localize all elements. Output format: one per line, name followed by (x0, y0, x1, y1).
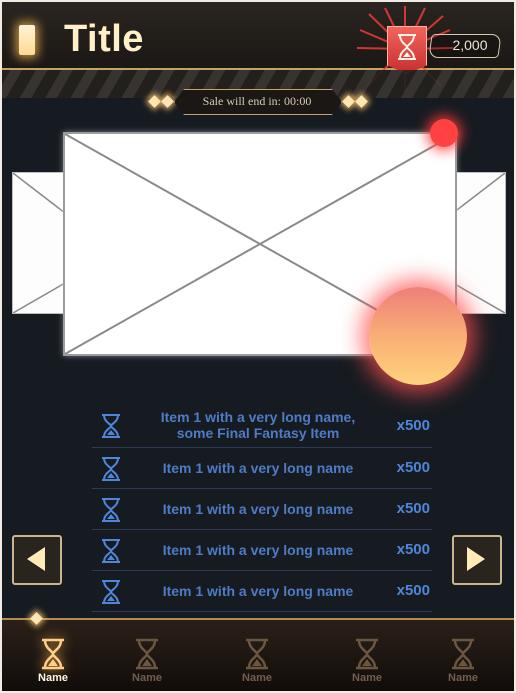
hourglass-icon (246, 638, 268, 670)
nav-tab-3[interactable]: Name (206, 620, 308, 691)
image-placeholder-icon (13, 173, 65, 313)
item-quantity: x500 (396, 541, 430, 558)
nav-tab-label: Name (38, 672, 68, 684)
arrow-right-icon (467, 547, 485, 571)
carousel-card-prev[interactable] (12, 172, 66, 314)
reward-item-list: Item 1 with a very long name, some Final… (92, 405, 432, 617)
hourglass-icon (102, 539, 120, 563)
prev-arrow-button[interactable] (12, 535, 62, 585)
hourglass-icon (136, 638, 158, 670)
item-name: Item 1 with a very long name (162, 583, 354, 599)
arrow-left-icon (27, 547, 45, 571)
page-title: Title (64, 18, 144, 60)
nav-tab-label: Name (352, 672, 382, 684)
item-name: Item 1 with a very long name, some Final… (160, 409, 356, 441)
hourglass-icon (102, 457, 120, 481)
currency-amount: 2,000 (452, 37, 488, 53)
next-arrow-button[interactable] (452, 535, 502, 585)
list-item: Item 1 with a very long name x500 (92, 530, 432, 571)
nav-tab-2[interactable]: Name (96, 620, 198, 691)
item-quantity: x500 (396, 582, 430, 599)
item-name: Item 1 with a very long name (162, 460, 354, 476)
currency-badge[interactable] (387, 26, 427, 74)
hourglass-icon (356, 638, 378, 670)
bottom-nav: Name Name Name Name Name (2, 612, 514, 691)
hourglass-icon (102, 414, 120, 438)
item-quantity: x500 (396, 500, 430, 517)
nav-tab-label: Name (448, 672, 478, 684)
nav-tab-1[interactable]: Name (2, 620, 104, 691)
nav-tab-label: Name (132, 672, 162, 684)
header-bar: Title 2,000 (2, 2, 514, 92)
nav-tab-4[interactable]: Name (316, 620, 418, 691)
image-placeholder-icon (453, 173, 505, 313)
list-item: Item 1 with a very long name, some Final… (92, 405, 432, 448)
hourglass-icon (398, 34, 416, 60)
hourglass-icon (452, 638, 474, 670)
item-name: Item 1 with a very long name (162, 542, 354, 558)
item-name: Item 1 with a very long name (162, 501, 354, 517)
hourglass-icon (102, 498, 120, 522)
nav-tab-label: Name (242, 672, 272, 684)
hourglass-icon (42, 638, 64, 670)
list-item: Item 1 with a very long name x500 (92, 448, 432, 489)
carousel-card-next[interactable] (452, 172, 506, 314)
item-quantity: x500 (396, 459, 430, 476)
menu-icon[interactable] (19, 25, 35, 55)
sale-timer-text: Sale will end in: 00:00 (202, 94, 312, 108)
list-item: Item 1 with a very long name x500 (92, 571, 432, 612)
item-quantity: x500 (396, 417, 430, 434)
hourglass-icon (102, 580, 120, 604)
list-item-partial (92, 612, 432, 617)
list-item: Item 1 with a very long name x500 (92, 489, 432, 530)
game-screen: Title 2,000 Sale will end in: 00:00 Item… (2, 2, 514, 691)
nav-tab-5[interactable]: Name (412, 620, 514, 691)
purchase-button[interactable] (369, 287, 467, 385)
notification-dot (430, 119, 458, 147)
